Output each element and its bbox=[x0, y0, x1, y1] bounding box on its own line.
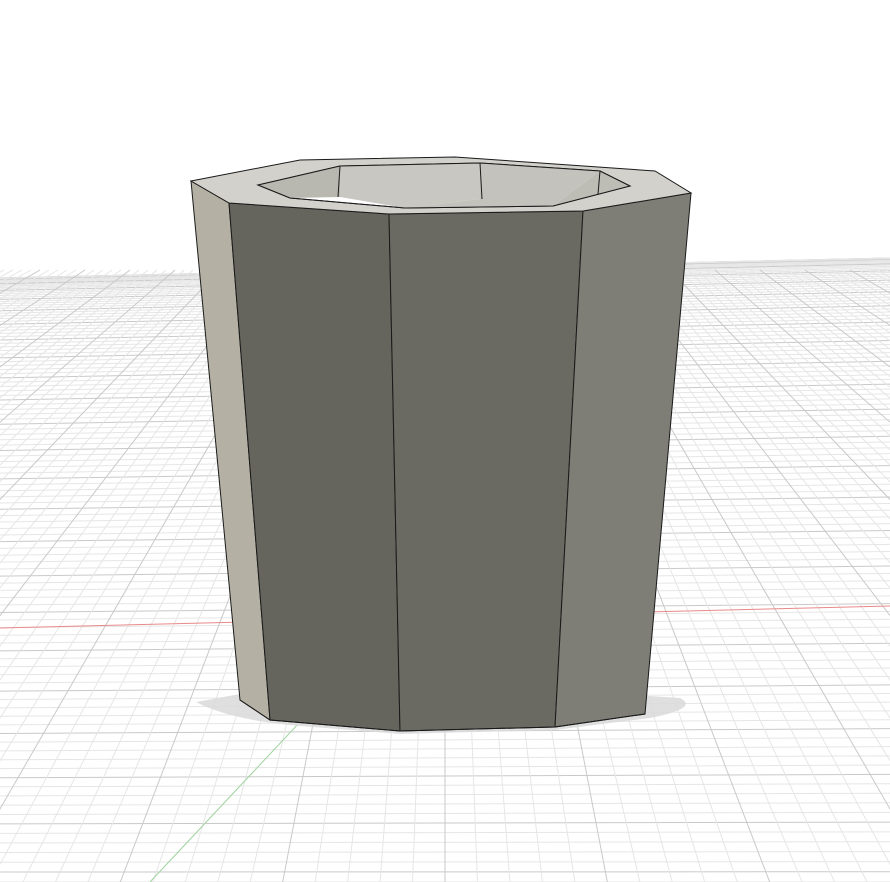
grid-line bbox=[885, 269, 890, 273]
octagonal-cup-model[interactable] bbox=[189, 156, 693, 732]
cup-front-right-face bbox=[388, 210, 584, 732]
3d-viewport[interactable] bbox=[0, 0, 890, 882]
viewport-canvas[interactable] bbox=[0, 0, 890, 882]
